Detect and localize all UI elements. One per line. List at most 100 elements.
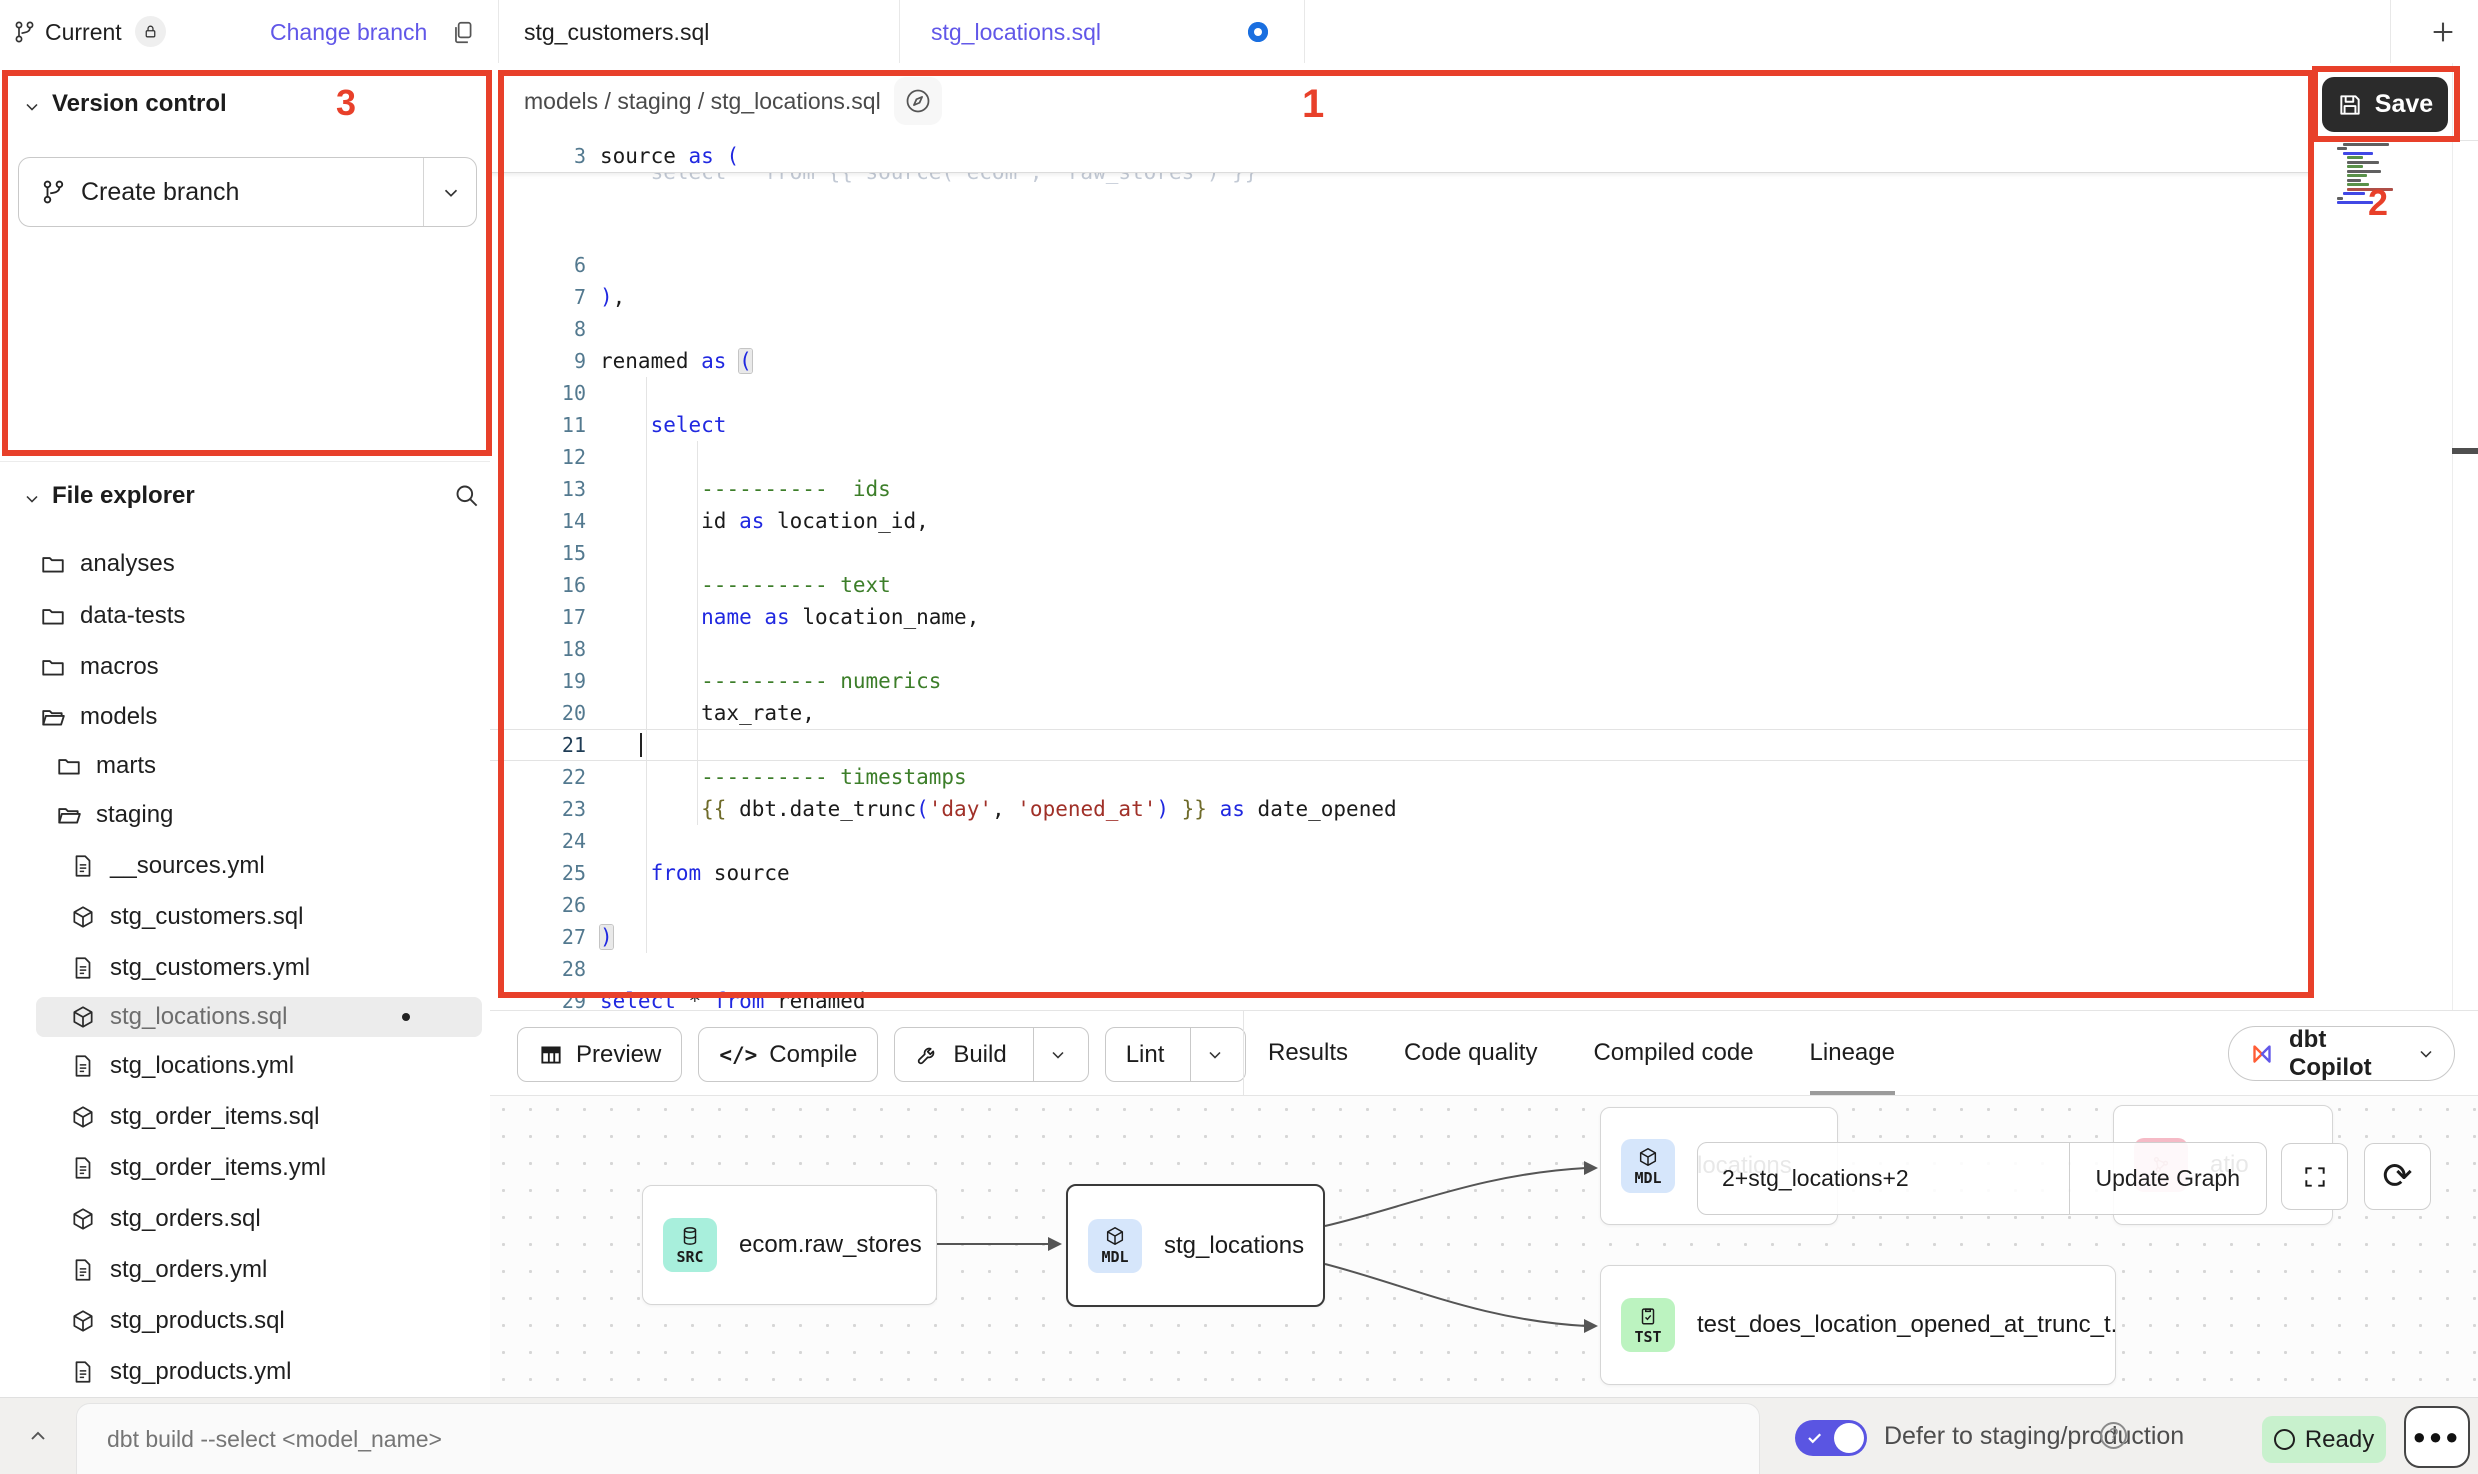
preview-button[interactable]: Preview [517,1027,682,1082]
change-branch-link[interactable]: Change branch [270,19,427,46]
file-label: __sources.yml [110,852,265,880]
code-editor[interactable]: 3source as ( select * from {{ source('ec… [490,140,2452,1010]
code-line-18[interactable]: 18 [490,633,2312,665]
code-text: name as location_name, [600,605,979,629]
minimap-line [2347,156,2363,159]
file-label: stg_products.sql [110,1307,285,1335]
file-tree-item-stg_products.sql[interactable]: stg_products.sql [36,1301,482,1341]
tab-lineage[interactable]: Lineage [1810,1011,1895,1095]
file-tree-item-stg_customers.sql[interactable]: stg_customers.sql [36,897,482,937]
compass-icon[interactable] [894,77,942,125]
code-line-11[interactable]: 11 select [490,409,2312,441]
more-options-button[interactable]: ●●● [2404,1406,2470,1468]
code-line-23[interactable]: 23 {{ dbt.date_trunc('day', 'opened_at')… [490,793,2312,825]
code-text: from source [600,861,790,885]
code-text: ---------- numerics [600,669,941,693]
file-tree-item-analyses[interactable]: analyses [36,544,482,584]
tab-label: stg_customers.sql [524,19,709,46]
line-number: 22 [490,765,600,789]
tab-code-quality[interactable]: Code quality [1404,1011,1537,1095]
code-line-29[interactable]: 29select * from renamed [490,985,2312,1010]
tab-stg-customers[interactable]: stg_customers.sql [498,0,899,63]
file-tree-item-stg_customers.yml[interactable]: stg_customers.yml [36,948,482,988]
status-badge[interactable]: Ready [2262,1416,2386,1463]
new-tab-button[interactable] [2429,18,2457,46]
file-tree-item-staging[interactable]: staging [36,795,482,835]
minimap-line [2343,192,2365,195]
code-line-24[interactable]: 24 [490,825,2312,857]
code-line-21[interactable]: 21 [490,729,2312,761]
chevron-up-icon[interactable] [26,1424,50,1448]
help-icon[interactable]: ? [2100,1422,2127,1449]
code-line-15[interactable]: 15 [490,537,2312,569]
code-line-8[interactable]: 8 [490,313,2312,345]
file-label: stg_orders.sql [110,1205,261,1233]
save-button[interactable]: Save [2322,77,2448,132]
file-tree-item-stg_products.yml[interactable]: stg_products.yml [36,1352,482,1392]
model-icon [70,1308,96,1334]
tab-compiled-code[interactable]: Compiled code [1593,1011,1753,1095]
build-button[interactable]: Build [894,1027,1088,1082]
line-number: 28 [490,957,600,981]
lineage-node-test[interactable]: TST test_does_location_opened_at_trunc_t… [1600,1265,2116,1385]
command-panel [76,1403,1760,1474]
lint-button[interactable]: Lint [1105,1027,1247,1082]
code-line-6[interactable]: 6 [490,249,2312,281]
code-text: {{ dbt.date_trunc('day', 'opened_at') }}… [600,797,1397,821]
code-line-7[interactable]: 7), [490,281,2312,313]
file-tree-item-data-tests[interactable]: data-tests [36,596,482,636]
file-tree-item-stg_locations.sql[interactable]: stg_locations.sql [36,997,482,1037]
update-graph-button[interactable]: Update Graph [2069,1143,2266,1214]
file-tree-item-macros[interactable]: macros [36,647,482,687]
code-line-19[interactable]: 19 ---------- numerics [490,665,2312,697]
text-cursor [640,733,642,757]
tab-results[interactable]: Results [1268,1011,1348,1095]
chevron-down-icon[interactable] [1033,1028,1068,1081]
file-tree-item-stg_orders.sql[interactable]: stg_orders.sql [36,1199,482,1239]
chevron-down-icon[interactable] [1190,1028,1225,1081]
code-line-20[interactable]: 20 tax_rate, [490,697,2312,729]
code-line-14[interactable]: 14 id as location_id, [490,505,2312,537]
code-line-16[interactable]: 16 ---------- text [490,569,2312,601]
code-line-9[interactable]: 9renamed as ( [490,345,2312,377]
file-tree-item-stg_orders.yml[interactable]: stg_orders.yml [36,1250,482,1290]
graph-selector-input[interactable] [1698,1143,2069,1214]
file-tree-item-__sources.yml[interactable]: __sources.yml [36,846,482,886]
file-label: stg_locations.sql [110,1003,287,1031]
file-label: stg_order_items.yml [110,1154,326,1182]
minimap[interactable] [2337,138,2409,208]
code-line-26[interactable]: 26 [490,889,2312,921]
code-line-22[interactable]: 22 ---------- timestamps [490,761,2312,793]
file-tree-item-stg_order_items.sql[interactable]: stg_order_items.sql [36,1097,482,1137]
sticky-line: 3source as ( [490,140,2312,173]
defer-toggle[interactable] [1795,1420,1867,1456]
code-line-13[interactable]: 13 ---------- ids [490,473,2312,505]
line-number: 6 [490,253,600,277]
code-line-12[interactable]: 12 [490,441,2312,473]
scrollbar-handle[interactable] [2452,448,2478,454]
code-line-28[interactable]: 28 [490,953,2312,985]
node-label: test_does_location_opened_at_trunc_t... [1697,1311,2116,1339]
doc-icon [70,1257,96,1283]
fullscreen-button[interactable] [2281,1143,2348,1210]
command-input[interactable] [105,1425,1623,1454]
line-number: 20 [490,701,600,725]
file-tree-item-marts[interactable]: marts [36,746,482,786]
tab-stg-locations[interactable]: stg_locations.sql [899,0,1304,63]
refresh-button[interactable]: ⟳ [2364,1143,2431,1210]
file-tree-item-models[interactable]: models [36,697,482,737]
code-line-17[interactable]: 17 name as location_name, [490,601,2312,633]
file-tree: analyses data-tests macros models marts stagi… [0,63,490,1397]
line-number: 23 [490,797,600,821]
file-tree-item-stg_order_items.yml[interactable]: stg_order_items.yml [36,1148,482,1188]
file-tree-item-stg_locations.yml[interactable]: stg_locations.yml [36,1046,482,1086]
code-line-10[interactable]: 10 [490,377,2312,409]
code-line-25[interactable]: 25 from source [490,857,2312,889]
lineage-node-stg-locations[interactable]: MDL stg_locations [1066,1184,1325,1307]
compile-button[interactable]: </>Compile [698,1027,878,1082]
dbt-copilot-button[interactable]: dbt Copilot [2228,1026,2455,1081]
line-number: 17 [490,605,600,629]
code-line-27[interactable]: 27) [490,921,2312,953]
copy-icon[interactable] [450,19,476,45]
lineage-node-src[interactable]: SRC ecom.raw_stores [642,1185,937,1305]
